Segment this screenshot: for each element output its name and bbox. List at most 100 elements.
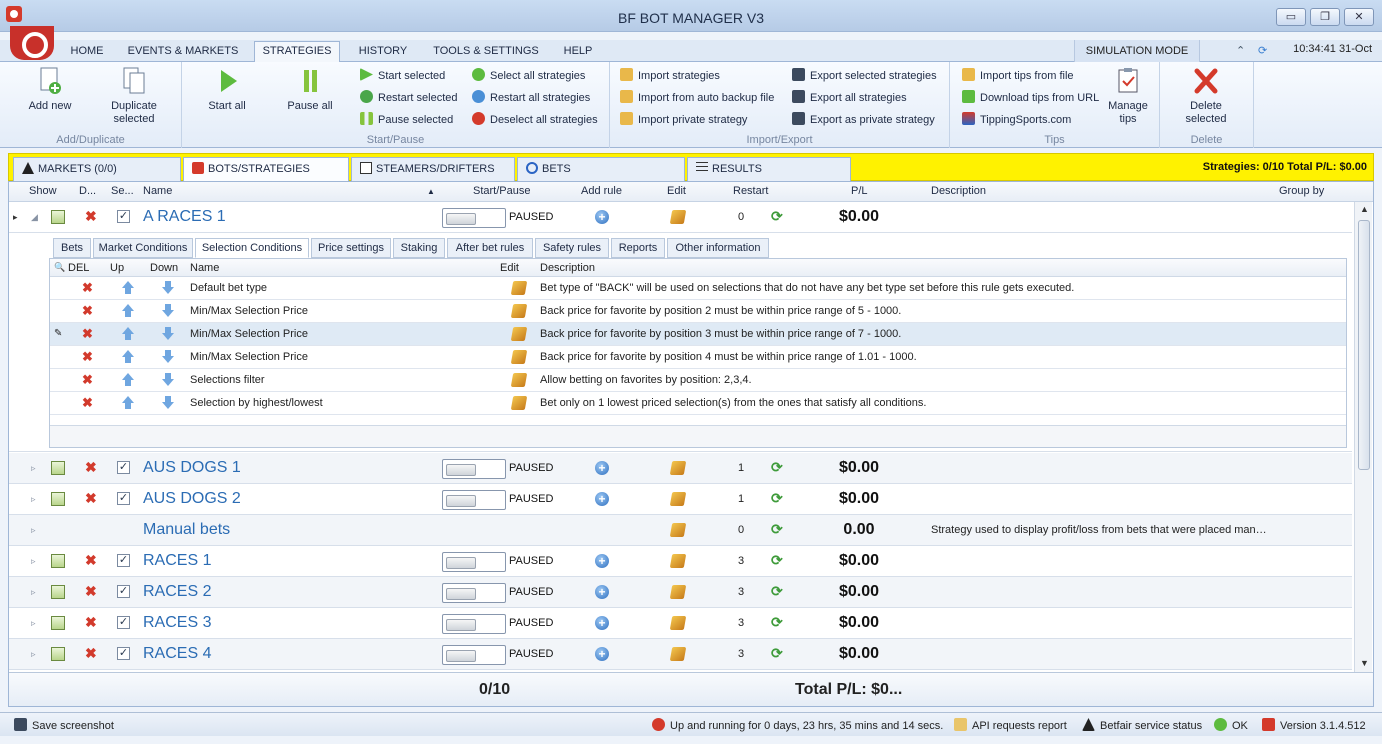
- subtab-staking[interactable]: Staking: [393, 238, 445, 258]
- add-new-button[interactable]: Add new: [22, 66, 78, 113]
- header-group-by[interactable]: Group by: [1279, 185, 1324, 197]
- import-tips-file-button[interactable]: Import tips from file: [962, 68, 1074, 84]
- restart-icon[interactable]: ⟳: [771, 614, 783, 631]
- expand-icon[interactable]: ◢: [31, 212, 38, 223]
- table-row[interactable]: ▹ ✖ ✓ PAUSED + RACES 3 3 ⟳ $0.00: [9, 608, 1352, 639]
- app-logo[interactable]: [10, 26, 54, 60]
- show-icon[interactable]: [51, 647, 65, 661]
- restore-button[interactable]: ❐: [1310, 8, 1340, 26]
- restart-icon[interactable]: ⟳: [771, 521, 783, 538]
- select-checkbox[interactable]: ✓: [117, 647, 130, 660]
- import-private-button[interactable]: Import private strategy: [620, 112, 747, 128]
- manage-tips-button[interactable]: Manage tips: [1102, 66, 1154, 126]
- restart-icon[interactable]: ⟳: [771, 459, 783, 476]
- show-icon[interactable]: [51, 492, 65, 506]
- subtab-reports[interactable]: Reports: [611, 238, 665, 258]
- rule-edit-icon[interactable]: [510, 304, 528, 318]
- tab-tools-settings[interactable]: TOOLS & SETTINGS: [428, 43, 544, 62]
- show-icon[interactable]: [51, 616, 65, 630]
- subtab-market-conditions[interactable]: Market Conditions: [93, 238, 193, 258]
- start-pause-toggle[interactable]: [442, 583, 506, 603]
- edit-icon[interactable]: [669, 585, 687, 599]
- api-report-button[interactable]: API requests report: [954, 718, 1067, 732]
- select-checkbox[interactable]: ✓: [117, 616, 130, 629]
- expand-icon[interactable]: ▹: [31, 649, 36, 660]
- collapse-ribbon-icon[interactable]: ⌃: [1236, 44, 1245, 57]
- rule-row[interactable]: ✖ Default bet type Bet type of "BACK" will…: [50, 277, 1346, 300]
- expand-icon[interactable]: ▹: [31, 618, 36, 629]
- table-row[interactable]: ▹ ✖ ✓ PAUSED + RACES 2 3 ⟳ $0.00: [9, 577, 1352, 608]
- rules-header-edit[interactable]: Edit: [500, 262, 519, 274]
- select-checkbox[interactable]: ✓: [117, 554, 130, 567]
- rule-delete-icon[interactable]: ✖: [82, 372, 93, 388]
- table-row[interactable]: ▹ ✖ ✓ PAUSED + AUS DOGS 2 1 ⟳ $0.00: [9, 484, 1352, 515]
- select-checkbox[interactable]: ✓: [117, 210, 130, 223]
- delete-icon[interactable]: ✖: [85, 208, 97, 225]
- edit-icon[interactable]: [669, 647, 687, 661]
- header-name[interactable]: Name: [143, 185, 172, 197]
- tab-help[interactable]: HELP: [556, 43, 600, 62]
- delete-selected-button[interactable]: Delete selected: [1178, 66, 1234, 126]
- tab-markets[interactable]: MARKETS (0/0): [13, 157, 181, 182]
- deselect-all-button[interactable]: Deselect all strategies: [472, 112, 598, 128]
- duplicate-selected-button[interactable]: Duplicate selected: [96, 66, 172, 126]
- add-rule-icon[interactable]: +: [595, 647, 609, 661]
- expand-icon[interactable]: ▹: [31, 494, 36, 505]
- simulation-mode-indicator[interactable]: SIMULATION MODE: [1074, 40, 1200, 62]
- strategy-name[interactable]: RACES 1: [143, 552, 211, 570]
- move-down-icon[interactable]: [162, 350, 174, 364]
- move-up-icon[interactable]: [122, 304, 134, 318]
- restart-icon[interactable]: ⟳: [771, 645, 783, 662]
- rules-header-name[interactable]: Name: [190, 262, 219, 274]
- delete-icon[interactable]: ✖: [85, 552, 97, 569]
- tab-results[interactable]: RESULTS: [687, 157, 851, 182]
- delete-icon[interactable]: ✖: [85, 490, 97, 507]
- sort-ascending-icon[interactable]: ▲: [427, 187, 435, 196]
- rules-header-down[interactable]: Down: [150, 262, 178, 274]
- scroll-down-icon[interactable]: ▼: [1360, 658, 1369, 668]
- subtab-other-information[interactable]: Other information: [667, 238, 769, 258]
- add-rule-icon[interactable]: +: [595, 210, 609, 224]
- rule-edit-icon[interactable]: [510, 281, 528, 295]
- rule-row[interactable]: ✖ Selections filter Allow betting on favor…: [50, 369, 1346, 392]
- tab-bets[interactable]: BETS: [517, 157, 685, 182]
- betfair-status-button[interactable]: Betfair service status: [1082, 718, 1202, 732]
- export-private-button[interactable]: Export as private strategy: [792, 112, 935, 128]
- select-checkbox[interactable]: ✓: [117, 585, 130, 598]
- header-edit[interactable]: Edit: [667, 185, 686, 197]
- rules-header-description[interactable]: Description: [540, 262, 595, 274]
- header-show[interactable]: Show: [29, 185, 57, 197]
- move-down-icon[interactable]: [162, 373, 174, 387]
- header-start-pause[interactable]: Start/Pause: [473, 185, 530, 197]
- rule-edit-icon[interactable]: [510, 373, 528, 387]
- rule-delete-icon[interactable]: ✖: [82, 280, 93, 296]
- move-up-icon[interactable]: [122, 281, 134, 295]
- delete-icon[interactable]: ✖: [85, 645, 97, 662]
- restart-icon[interactable]: ⟳: [771, 490, 783, 507]
- connection-icon[interactable]: ⟳: [1258, 44, 1267, 57]
- close-button[interactable]: ✕: [1344, 8, 1374, 26]
- rules-header-del[interactable]: DEL: [68, 262, 89, 274]
- scrollbar-thumb[interactable]: [1358, 220, 1370, 470]
- subtab-bets[interactable]: Bets: [53, 238, 91, 258]
- restart-icon[interactable]: ⟳: [771, 552, 783, 569]
- add-rule-icon[interactable]: +: [595, 492, 609, 506]
- scroll-up-icon[interactable]: ▲: [1360, 204, 1369, 214]
- select-all-button[interactable]: Select all strategies: [472, 68, 585, 84]
- header-select[interactable]: Se...: [111, 185, 134, 197]
- start-pause-toggle[interactable]: [442, 490, 506, 510]
- tab-history[interactable]: HISTORY: [350, 43, 416, 62]
- subtab-safety-rules[interactable]: Safety rules: [535, 238, 609, 258]
- select-checkbox[interactable]: ✓: [117, 492, 130, 505]
- tab-home[interactable]: HOME: [60, 43, 114, 62]
- start-pause-toggle[interactable]: [442, 208, 506, 228]
- strategy-name[interactable]: A RACES 1: [143, 208, 226, 226]
- rule-delete-icon[interactable]: ✖: [82, 303, 93, 319]
- strategy-name[interactable]: Manual bets: [143, 521, 230, 539]
- table-row-expanded[interactable]: ▸ ◢ ✖ ✓ A RACES 1 PAUSED + 0 ⟳ $0.00: [9, 202, 1352, 233]
- tab-events-markets[interactable]: EVENTS & MARKETS: [124, 43, 242, 62]
- import-strategies-button[interactable]: Import strategies: [620, 68, 720, 84]
- export-all-button[interactable]: Export all strategies: [792, 90, 907, 106]
- tab-bots-strategies[interactable]: BOTS/STRATEGIES: [183, 157, 349, 182]
- rule-row[interactable]: ✖ Min/Max Selection Price Back price for f…: [50, 300, 1346, 323]
